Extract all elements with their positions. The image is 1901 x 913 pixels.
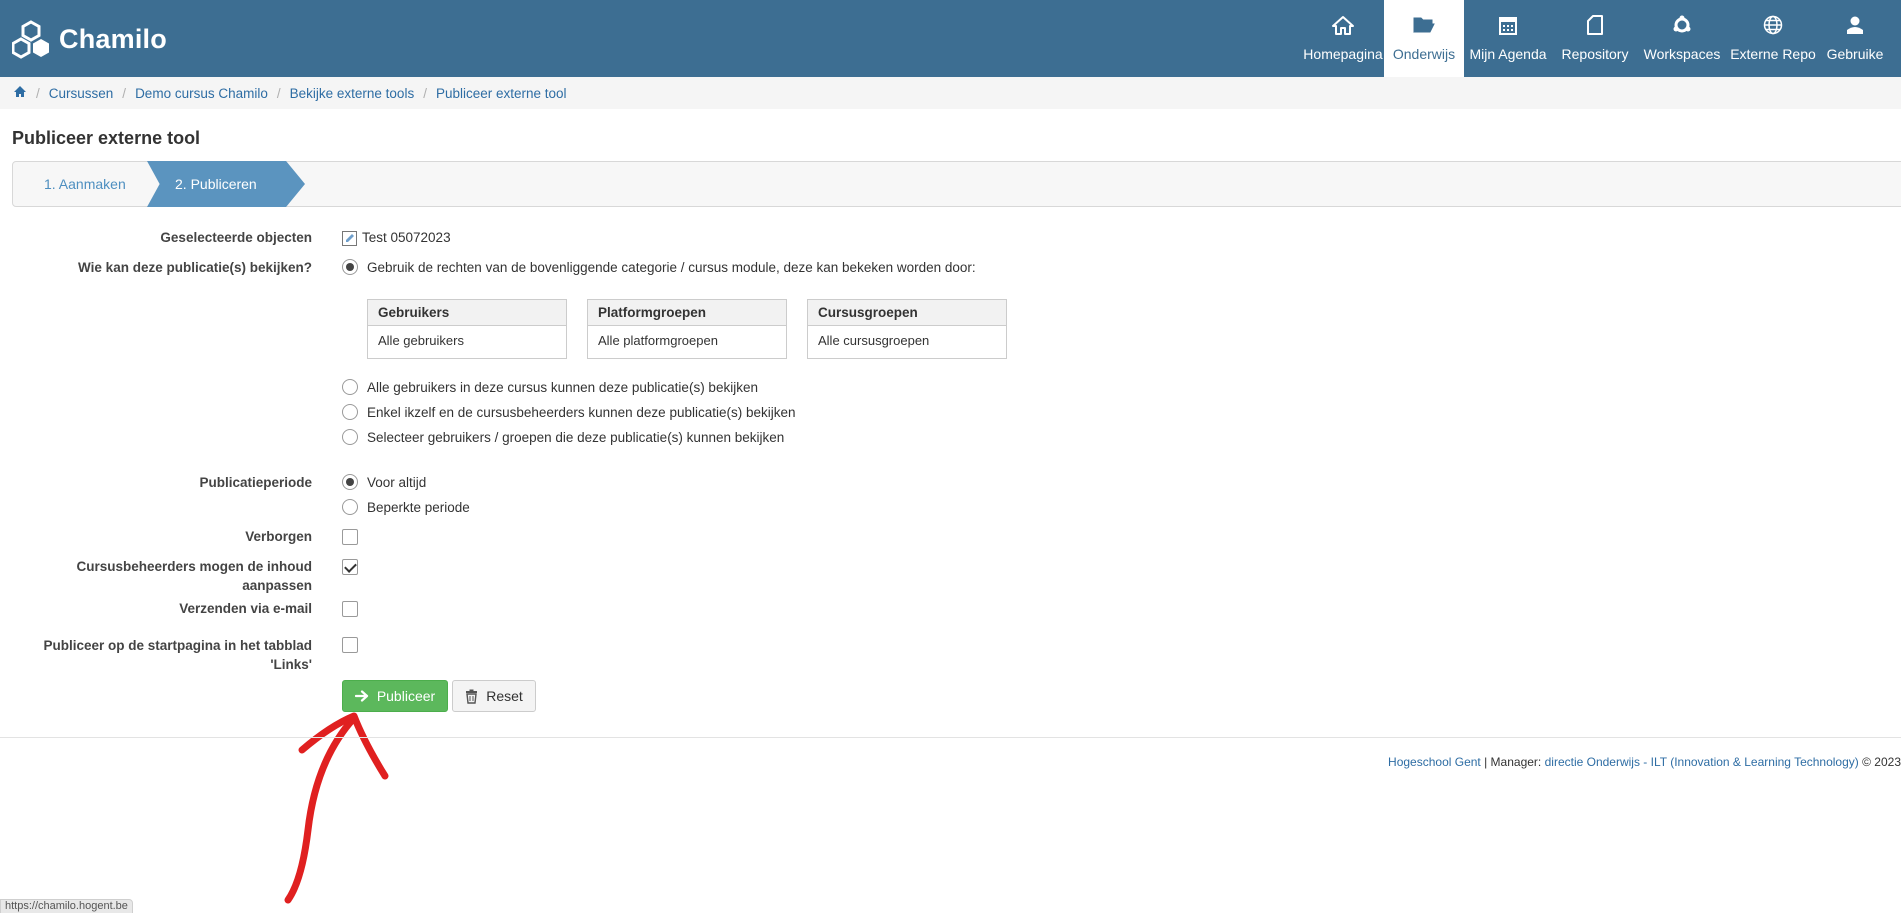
hexagon-logo-icon	[12, 20, 49, 59]
nav-label: Mijn Agenda	[1469, 46, 1547, 62]
wizard-step-label: 2. Publiceren	[175, 176, 257, 192]
breadcrumb-publiceer[interactable]: Publiceer externe tool	[436, 86, 567, 101]
publish-homepage-line2: 'Links'	[270, 657, 312, 672]
calendar-icon	[1496, 14, 1520, 36]
wizard-steps: 1. Aanmaken 2. Publiceren	[12, 161, 1901, 207]
wizard-step-aanmaken[interactable]: 1. Aanmaken	[44, 176, 126, 192]
selected-object-title: Test 05072023	[362, 230, 451, 245]
nav-label: Workspaces	[1643, 46, 1721, 62]
rights-table-value: Alle cursusgroepen	[818, 333, 930, 348]
breadcrumb: / Cursussen / Demo cursus Chamilo / Beki…	[0, 77, 1901, 109]
nav-label: Repository	[1561, 46, 1629, 62]
editors-label-line1: Cursusbeheerders mogen de inhoud	[76, 559, 312, 574]
hidden-label: Verborgen	[245, 529, 312, 544]
page-title: Publiceer externe tool	[12, 128, 201, 148]
footer-org-link[interactable]: Hogeschool Gent	[1388, 755, 1481, 769]
publish-homepage-line1: Publiceer op de startpagina in het tabbl…	[43, 638, 312, 653]
home-icon	[1331, 14, 1355, 36]
edit-document-icon	[342, 231, 357, 249]
rights-table-header: Gebruikers	[368, 300, 566, 326]
send-email-checkbox[interactable]	[342, 601, 358, 617]
nav-repository[interactable]: Repository	[1552, 0, 1638, 77]
footer-manager-link[interactable]: directie Onderwijs - ILT (Innovation & L…	[1545, 755, 1859, 769]
nav-gebruiker[interactable]: Gebruike	[1820, 0, 1890, 77]
footer-manager-prefix: | Manager:	[1484, 755, 1542, 769]
nav-onderwijs[interactable]: Onderwijs	[1384, 0, 1464, 77]
breadcrumb-separator: /	[36, 85, 40, 101]
rights-table-value: Alle gebruikers	[378, 333, 464, 348]
red-annotation-arrow	[284, 712, 389, 904]
publish-homepage-checkbox[interactable]	[342, 637, 358, 653]
radio-forever-label: Voor altijd	[367, 475, 427, 490]
radio-only-me-and-admins[interactable]	[342, 404, 358, 420]
nav-workspaces[interactable]: Workspaces	[1638, 0, 1726, 77]
app-name: Chamilo	[59, 23, 167, 54]
breadcrumb-separator: /	[276, 85, 281, 101]
share-icon	[1670, 14, 1694, 36]
radio-only-me-and-admins-label: Enkel ikzelf en de cursusbeheerders kunn…	[367, 405, 796, 420]
browser-status-url: https://chamilo.hogent.be	[0, 899, 133, 913]
radio-all-course-users[interactable]	[342, 379, 358, 395]
editors-can-edit-checkbox[interactable]	[342, 559, 358, 575]
nav-label: Gebruike	[1826, 46, 1884, 62]
rights-table-value: Alle platformgroepen	[598, 333, 718, 348]
folder-open-icon	[1412, 14, 1436, 36]
selected-objects-label: Geselecteerde objecten	[160, 230, 312, 245]
main-nav: Homepagina Onderwijs Mijn Agenda Reposit…	[1302, 0, 1890, 77]
radio-inherit-rights-label: Gebruik de rechten van de bovenliggende …	[367, 260, 976, 275]
rights-table-platform-groups: Platformgroepen Alle platformgroepen	[587, 299, 787, 359]
rights-table-header: Platformgroepen	[588, 300, 786, 326]
nav-label: Externe Repo	[1730, 46, 1816, 62]
top-navbar: Chamilo Homepagina Onderwijs Mijn Agenda…	[0, 0, 1901, 77]
nav-mijn-agenda[interactable]: Mijn Agenda	[1464, 0, 1552, 77]
radio-limited-period[interactable]	[342, 499, 358, 515]
radio-forever[interactable]	[342, 474, 358, 490]
chamilo-logo[interactable]: Chamilo	[12, 19, 167, 59]
radio-inherit-rights[interactable]	[342, 259, 358, 275]
nav-externe-repo[interactable]: Externe Repo	[1726, 0, 1820, 77]
trash-icon	[466, 689, 478, 704]
breadcrumb-separator: /	[423, 85, 427, 101]
footer: Hogeschool Gent | Manager: directie Onde…	[1388, 755, 1901, 769]
home-icon[interactable]	[13, 85, 27, 101]
footer-copyright: © 2023	[1862, 755, 1901, 769]
radio-limited-period-label: Beperkte periode	[367, 500, 470, 515]
rights-table-users: Gebruikers Alle gebruikers	[367, 299, 567, 359]
send-email-label: Verzenden via e-mail	[179, 601, 312, 616]
editors-label-line2: aanpassen	[242, 578, 312, 593]
wizard-step-publiceren: 2. Publiceren	[147, 161, 305, 207]
rights-table-header: Cursusgroepen	[808, 300, 1006, 326]
breadcrumb-separator: /	[122, 85, 127, 101]
radio-select-users-groups-label: Selecteer gebruikers / groepen die deze …	[367, 430, 785, 445]
nav-homepagina[interactable]: Homepagina	[1302, 0, 1384, 77]
reset-button-label: Reset	[486, 688, 523, 704]
globe-icon	[1761, 14, 1785, 36]
rights-table-course-groups: Cursusgroepen Alle cursusgroepen	[807, 299, 1007, 359]
user-icon	[1843, 14, 1867, 36]
publication-period-label: Publicatieperiode	[199, 475, 312, 490]
hidden-checkbox[interactable]	[342, 529, 358, 545]
reset-button[interactable]: Reset	[452, 680, 536, 712]
nav-label: Onderwijs	[1392, 46, 1456, 62]
radio-all-course-users-label: Alle gebruikers in deze cursus kunnen de…	[367, 380, 758, 395]
radio-select-users-groups[interactable]	[342, 429, 358, 445]
publish-homepage-label: Publiceer op de startpagina in het tabbl…	[43, 636, 312, 674]
breadcrumb-externe-tools[interactable]: Bekijke externe tools	[290, 86, 415, 101]
breadcrumb-demo-cursus[interactable]: Demo cursus Chamilo	[135, 86, 268, 101]
footer-divider	[0, 737, 1901, 738]
who-can-view-label: Wie kan deze publicatie(s) bekijken?	[78, 260, 312, 275]
breadcrumb-cursussen[interactable]: Cursussen	[49, 86, 114, 101]
editors-can-edit-label: Cursusbeheerders mogen de inhoud aanpass…	[76, 557, 312, 595]
nav-label: Homepagina	[1303, 46, 1383, 62]
file-icon	[1583, 14, 1607, 36]
